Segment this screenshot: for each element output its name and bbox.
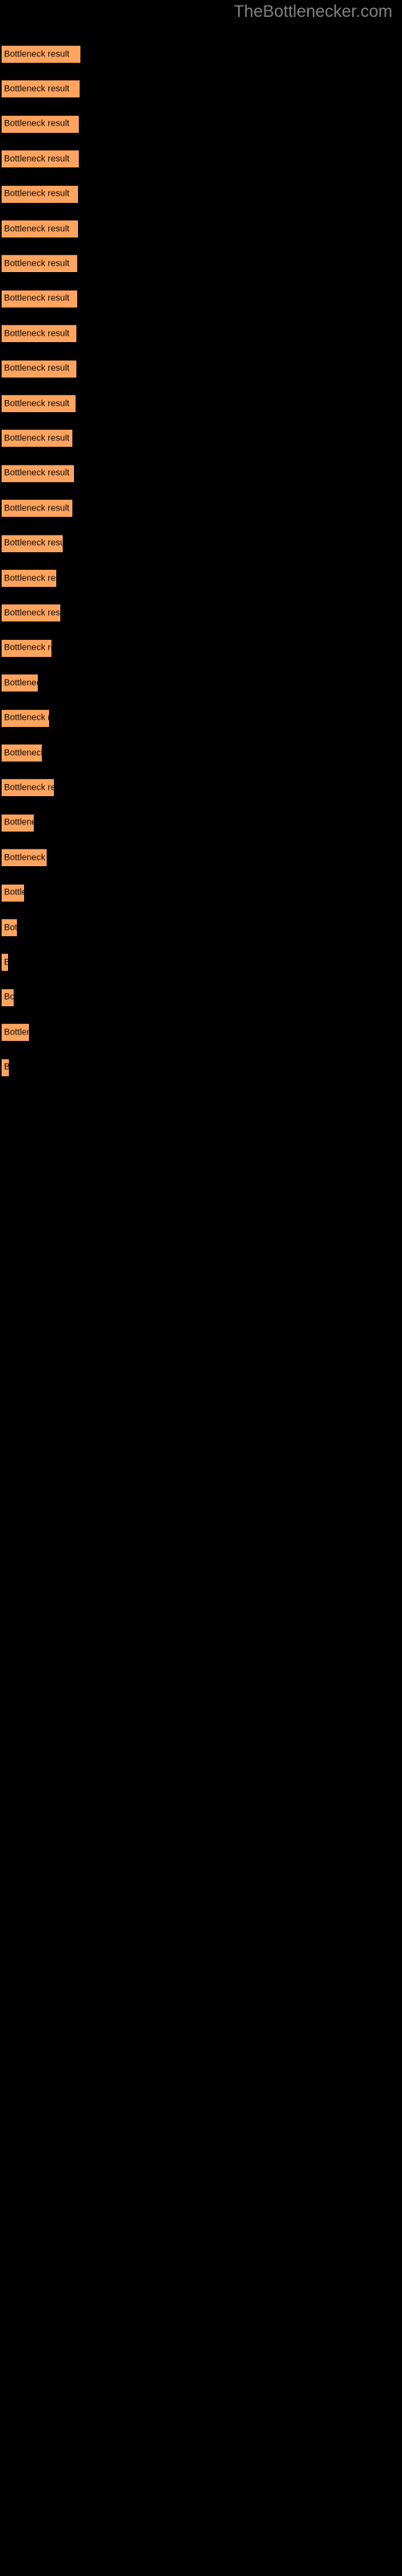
- bar[interactable]: Bottleneck result: [2, 813, 34, 832]
- bar-row: Bottleneck result: [0, 534, 402, 552]
- bar-row: Bottleneck result: [0, 359, 402, 378]
- bar-row: Bottleneck result: [0, 813, 402, 832]
- bottleneck-bar-chart: Bottleneck result Bottleneck result Bottle…: [0, 0, 402, 2576]
- bar[interactable]: Bottleneck result: [2, 429, 72, 448]
- bar-label: Bottleneck result: [4, 468, 70, 478]
- bar-label: Bottleneck result: [4, 887, 24, 898]
- bar-label: Bottleneck result: [4, 433, 70, 444]
- bar-label: Bottleneck result: [4, 573, 56, 583]
- bar[interactable]: Bottleneck result: [2, 324, 76, 343]
- bar[interactable]: Bottleneck result: [2, 150, 79, 168]
- bar-row: Bottleneck result: [0, 114, 402, 133]
- bar-label: Bottleneck result: [4, 538, 63, 548]
- bar[interactable]: Bottleneck result: [2, 1058, 9, 1076]
- bar[interactable]: Bottleneck result: [2, 744, 42, 762]
- bar[interactable]: Bottleneck result: [2, 289, 77, 308]
- bar-label: Bottleneck result: [4, 118, 70, 129]
- bar-row: Bottleneck result: [0, 324, 402, 343]
- bar-label: Bottleneck result: [4, 328, 70, 339]
- bar-label: Bottleneck result: [4, 957, 8, 968]
- bar-label: Bottleneck result: [4, 1027, 29, 1038]
- bar-row: Bottleneck result: [0, 254, 402, 273]
- bar-label: Bottleneck result: [4, 712, 49, 723]
- bar-row: Bottleneck result: [0, 919, 402, 936]
- bar[interactable]: Bottleneck result: [2, 80, 80, 98]
- bar-row: Bottleneck result: [0, 220, 402, 237]
- bar[interactable]: Bottleneck result: [2, 499, 72, 518]
- bar-label: Bottleneck result: [4, 678, 38, 688]
- bar-row: Bottleneck result: [0, 289, 402, 308]
- bar-label: Bottleneck result: [4, 852, 47, 863]
- bar-row: Bottleneck result: [0, 604, 402, 622]
- bar-row: Bottleneck result: [0, 638, 402, 657]
- bar[interactable]: Bottleneck result: [2, 638, 51, 657]
- bar-row: Bottleneck result: [0, 80, 402, 98]
- bar[interactable]: Bottleneck result: [2, 1023, 29, 1042]
- bar-label: Bottleneck result: [4, 154, 70, 164]
- bar[interactable]: Bottleneck result: [2, 848, 47, 867]
- bar[interactable]: Bottleneck result: [2, 534, 63, 552]
- bar-row: Bottleneck result: [0, 1023, 402, 1042]
- bar[interactable]: Bottleneck result: [2, 114, 79, 133]
- bar[interactable]: Bottleneck result: [2, 778, 54, 797]
- bar[interactable]: Bottleneck result: [2, 883, 24, 902]
- bar[interactable]: Bottleneck result: [2, 45, 80, 63]
- bar-row: Bottleneck result: [0, 394, 402, 412]
- bar-row: Bottleneck result: [0, 464, 402, 482]
- bar-label: Bottleneck result: [4, 748, 42, 758]
- bar-row: Bottleneck result: [0, 184, 402, 203]
- bar[interactable]: Bottleneck result: [2, 569, 56, 587]
- bar-label: Bottleneck result: [4, 642, 51, 653]
- bar-row: Bottleneck result: [0, 569, 402, 587]
- bar-row: Bottleneck result: [0, 988, 402, 1006]
- bar-label: Bottleneck result: [4, 608, 60, 618]
- bar-label: Bottleneck result: [4, 923, 17, 932]
- bar-label: Bottleneck result: [4, 49, 70, 59]
- bar[interactable]: Bottleneck result: [2, 604, 60, 622]
- bar[interactable]: Bottleneck result: [2, 220, 78, 237]
- bar-label: Bottleneck result: [4, 992, 14, 1002]
- bar-label: Bottleneck result: [4, 782, 54, 793]
- bar[interactable]: Bottleneck result: [2, 464, 74, 482]
- bar[interactable]: Bottleneck result: [2, 919, 17, 936]
- bar[interactable]: Bottleneck result: [2, 184, 78, 203]
- bar-label: Bottleneck result: [4, 188, 70, 199]
- bar-row: Bottleneck result: [0, 778, 402, 797]
- bar-row: Bottleneck result: [0, 45, 402, 63]
- bar[interactable]: Bottleneck result: [2, 708, 49, 727]
- bar[interactable]: Bottleneck result: [2, 988, 14, 1006]
- bar-label: Bottleneck result: [4, 224, 70, 233]
- bar[interactable]: Bottleneck result: [2, 674, 38, 692]
- bar-row: Bottleneck result: [0, 953, 402, 972]
- bar-row: Bottleneck result: [0, 883, 402, 902]
- bar-label: Bottleneck result: [4, 293, 70, 303]
- bar-label: Bottleneck result: [4, 1063, 9, 1073]
- bar[interactable]: Bottleneck result: [2, 953, 8, 972]
- bar-row: Bottleneck result: [0, 744, 402, 762]
- bar[interactable]: Bottleneck result: [2, 359, 76, 378]
- bar-label: Bottleneck result: [4, 258, 70, 269]
- bar-row: Bottleneck result: [0, 429, 402, 448]
- bar-row: Bottleneck result: [0, 674, 402, 692]
- bar-label: Bottleneck result: [4, 84, 70, 94]
- bar-row: Bottleneck result: [0, 1058, 402, 1076]
- bar-label: Bottleneck result: [4, 817, 34, 828]
- bar-label: Bottleneck result: [4, 363, 70, 374]
- bar-row: Bottleneck result: [0, 150, 402, 168]
- bar[interactable]: Bottleneck result: [2, 394, 76, 412]
- bar-row: Bottleneck result: [0, 848, 402, 867]
- bar-row: Bottleneck result: [0, 499, 402, 518]
- bar-row: Bottleneck result: [0, 708, 402, 727]
- bar-label: Bottleneck result: [4, 503, 70, 514]
- bar[interactable]: Bottleneck result: [2, 254, 77, 273]
- bar-label: Bottleneck result: [4, 398, 70, 408]
